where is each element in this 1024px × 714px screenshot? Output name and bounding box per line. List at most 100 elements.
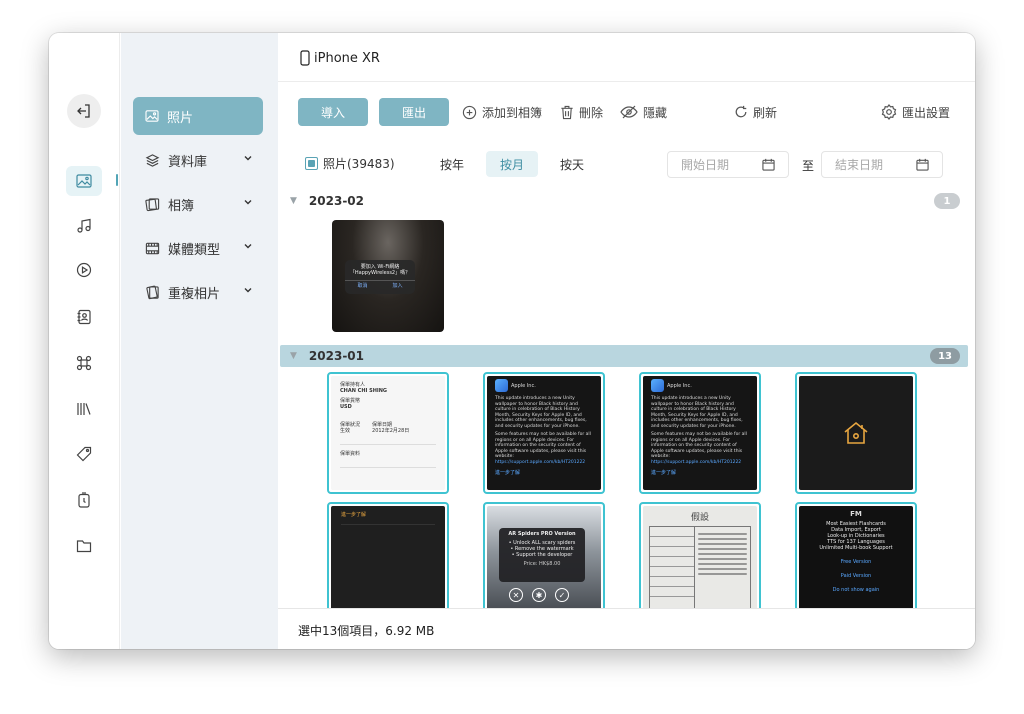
iphone-icon [300,50,310,66]
start-date-placeholder: 開始日期 [681,158,730,172]
device-selector[interactable]: iPhone XR [300,50,380,66]
nav-item-photos[interactable]: 照片 [133,97,263,135]
photo-thumbnail[interactable]: AR Spiders PRO Version • Unlock ALL scar… [483,502,605,608]
learn-more-link: 進一步了解 [341,512,367,518]
refresh-icon [735,105,747,118]
photos-count-label: 照片(39483) [323,156,395,171]
photo-thumbnail[interactable]: 假設 [639,502,761,608]
to-label: 至 [802,159,815,173]
group-date-label: 2023-02 [308,194,364,208]
flashcard-button: Do not show again [832,587,880,593]
hide-label: 隱藏 [643,105,668,120]
spider-circle-icon: ✱ [532,588,546,602]
export-settings-label: 匯出設置 [902,105,951,120]
group-header-2023-02[interactable]: ▼ 2023-02 1 [280,190,968,212]
nav-item-label: 照片 [167,110,194,126]
video-play-icon[interactable] [66,255,102,285]
nav-item-albums[interactable]: 相簿 [133,185,263,223]
update-body: This update introduces a new Unity wallp… [651,396,743,429]
doc-text: 生效 [340,428,351,434]
plus-circle-icon [462,105,477,119]
refresh-button[interactable]: 刷新 [734,101,777,123]
ringtone-icon[interactable] [66,485,102,515]
tag-icon[interactable] [66,439,102,469]
segment-by-year[interactable]: 按年 [426,151,478,177]
learn-more-link: 進一步了解 [651,469,677,476]
chevron-down-icon[interactable] [243,285,253,295]
active-indicator [116,174,118,186]
update-body: This update introduces a new Unity wallp… [495,396,587,429]
photo-thumbnail[interactable]: FM Most Easiest Flashcards Data Import, … [795,502,917,608]
end-date-field[interactable]: 結束日期 [821,151,943,178]
books-icon[interactable] [66,394,102,424]
eye-off-icon [620,105,638,119]
calendar-icon[interactable] [916,158,929,171]
doc-text: 保單資料 [340,444,436,457]
photo-thumbnail[interactable]: Apple Inc. This update introduces a new … [483,372,605,494]
update-link: https://support.apple.com/kb/HT201222 [651,459,742,465]
close-circle-icon: ✕ [509,588,523,602]
dialog-subtitle: 「HappyWireless2」嗎？ [349,270,411,276]
group-count-badge: 13 [930,348,960,364]
update-body: Some features may not be available for a… [651,432,747,459]
music-icon[interactable] [66,211,102,241]
album-icon [145,197,160,211]
import-button[interactable]: 導入 [298,98,368,126]
nav-item-label: 相簿 [168,198,195,214]
photos-filter[interactable]: 照片(39483) [305,152,395,174]
segment-by-day[interactable]: 按天 [546,151,598,177]
nav-item-label: 重複相片 [168,286,221,302]
photo-thumbnail[interactable]: 保單持有人 CHAN CHI SHING 保單貨幣 USD 保單狀況 生效 保單日… [327,372,449,494]
icon-rail [49,33,120,649]
learn-more-link: 進一步了解 [495,469,521,476]
group-date-label: 2023-01 [308,349,364,363]
photo-grid: ▼ 2023-02 1 要加入 Wi-Fi網絡 「HappyWireless2」… [278,186,975,608]
selection-summary: 選中13個項目，6.92 MB [298,624,435,638]
photo-icon [145,110,159,122]
export-settings-button[interactable]: 匯出設置 [881,101,950,123]
add-to-album-button[interactable]: 添加到相簿 [462,101,542,123]
filter-bar: 照片(39483) 按年 按月 按天 開始日期 至 結束日期 [278,142,975,186]
device-name: iPhone XR [314,50,380,66]
doc-text: 2012年2月28日 [372,428,410,434]
photo-thumbnail[interactable]: Apple Inc. This update introduces a new … [639,372,761,494]
toolbar: 導入 匯出 添加到相簿 刪除 隱藏 刷新 匯出設置 [278,82,975,142]
collapse-triangle-icon[interactable]: ▼ [290,196,297,206]
contacts-icon[interactable] [66,302,102,332]
start-date-field[interactable]: 開始日期 [667,151,789,178]
nav-item-library[interactable]: 資料庫 [133,141,263,179]
trash-icon [561,105,573,119]
pro-title: AR Spiders PRO Version [508,531,576,537]
collapse-triangle-icon[interactable]: ▼ [290,351,297,361]
export-button[interactable]: 匯出 [379,98,449,126]
folder-icon[interactable] [66,531,102,561]
chevron-down-icon[interactable] [243,197,253,207]
hide-button[interactable]: 隱藏 [620,101,667,123]
chevron-down-icon[interactable] [243,153,253,163]
segment-by-month[interactable]: 按月 [486,151,538,177]
delete-button[interactable]: 刪除 [560,101,603,123]
calendar-icon[interactable] [762,158,775,171]
chevron-down-icon[interactable] [243,241,253,251]
library-icon [145,153,160,167]
check-circle-icon: ✓ [555,588,569,602]
flashcard-button: Free Version [840,559,872,565]
doc-text: USD [340,404,352,410]
header-bar: iPhone XR [278,33,975,82]
doc-text: CHAN CHI SHING [340,388,388,394]
flashcard-feature: Unlimited Multi-book Support [819,545,893,551]
photo-thumbnail[interactable]: 進一步了解 [327,502,449,608]
apps-icon[interactable] [66,348,102,378]
photo-thumbnail[interactable]: 要加入 Wi-Fi網絡 「HappyWireless2」嗎？ 取消 加入 [332,220,444,332]
pro-feature: • Support the developer [511,552,573,558]
nav-item-label: 資料庫 [168,154,208,170]
group-header-2023-01[interactable]: ▼ 2023-01 13 [280,345,968,367]
update-link: https://support.apple.com/kb/HT201222 [495,459,586,465]
sign-out-icon[interactable] [67,94,101,128]
nav-item-duplicate-photos[interactable]: 重複相片 [133,273,263,311]
photo-thumbnail[interactable] [795,372,917,494]
nav-item-media-types[interactable]: 媒體類型 [133,229,263,267]
end-date-placeholder: 結束日期 [835,158,884,172]
photo-icon[interactable] [66,166,102,196]
dialog-cancel: 取消 [357,283,368,289]
